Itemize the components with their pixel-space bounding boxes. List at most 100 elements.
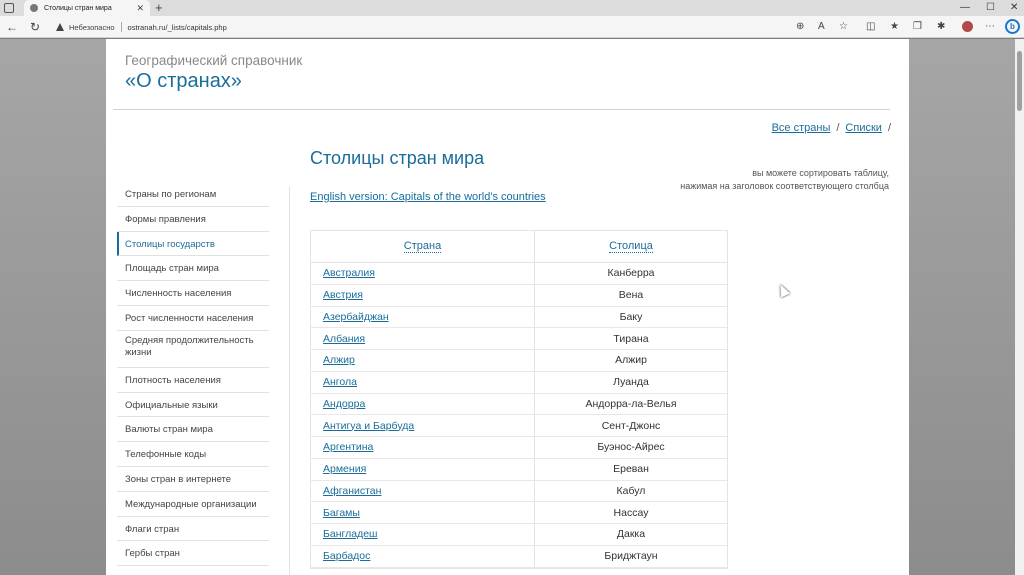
english-version-link[interactable]: English version: Capitals of the world's… (310, 191, 546, 203)
breadcrumb-separator: / (836, 122, 840, 134)
country-link[interactable]: Армения (323, 463, 366, 475)
table-row: Аргентина Буэнос-Айрес (311, 437, 727, 459)
extensions-icon[interactable]: ✱ (937, 20, 945, 34)
country-header-label[interactable]: Страна (403, 240, 442, 253)
collections-icon[interactable]: ❐ (913, 20, 922, 34)
table-row: Багамы Нассау (311, 502, 727, 524)
breadcrumb-all-countries[interactable]: Все страны (772, 122, 831, 134)
page-viewport: Географический справочник «О странах» Вс… (0, 39, 1024, 575)
sidebar-item-area[interactable]: Площадь стран мира (117, 256, 269, 282)
address-bar[interactable]: Небезопасно ostranah.ru/_lists/capitals.… (56, 19, 856, 35)
capital-cell: Алжир (615, 354, 647, 367)
sidebar-item-organizations[interactable]: Международные организации (117, 492, 269, 517)
page-title: Столицы стран мира (310, 148, 485, 168)
country-column-header[interactable]: Страна (311, 231, 535, 262)
sidebar-item-life-expectancy[interactable]: Средняя продолжительность жизни (117, 331, 269, 368)
capital-cell: Луанда (613, 376, 649, 389)
split-screen-icon[interactable]: ◫ (866, 20, 875, 34)
insecure-label: Небезопасно (69, 22, 115, 32)
more-icon[interactable]: ⋯ (985, 20, 995, 34)
table-row: Ангола Луанда (311, 371, 727, 394)
capital-cell: Тирана (613, 332, 649, 345)
country-link[interactable]: Аргентина (323, 441, 373, 453)
sidebar-item-capitals[interactable]: Столицы государств (117, 231, 269, 257)
capital-cell: Баку (619, 310, 643, 323)
sidebar: Страны по регионам Формы правления Столи… (117, 182, 269, 567)
sidebar-item-currencies[interactable]: Валюты стран мира (117, 417, 269, 443)
country-link[interactable]: Андорра (323, 398, 365, 410)
capital-cell: Дакка (616, 528, 646, 541)
read-aloud-icon[interactable]: A (818, 20, 825, 34)
site-title[interactable]: «О странах» (125, 70, 242, 93)
sidebar-item-population-density[interactable]: Плотность населения (117, 368, 269, 393)
tab-bar: Столицы стран мира ✕ + — ☐ ✕ (0, 0, 1024, 16)
capital-cell: Нассау (613, 506, 649, 519)
table-row: Азербайджан Баку (311, 306, 727, 329)
site-favicon-icon (30, 4, 38, 12)
table-row: Афганистан Кабул (311, 480, 727, 503)
maximize-icon[interactable]: ☐ (986, 0, 995, 16)
sidebar-divider (289, 186, 290, 575)
minimize-icon[interactable]: — (960, 0, 970, 16)
browser-tab[interactable]: Столицы стран мира ✕ (24, 0, 150, 16)
sidebar-item-internet-zones[interactable]: Зоны стран в интернете (117, 467, 269, 492)
favorite-star-icon[interactable]: ☆ (839, 20, 848, 34)
sidebar-item-government-forms[interactable]: Формы правления (117, 207, 269, 232)
breadcrumb-separator: / (887, 122, 891, 134)
tab-title: Столицы стран мира (44, 4, 112, 12)
country-link[interactable]: Антигуа и Барбуда (323, 420, 414, 432)
country-link[interactable]: Азербайджан (323, 311, 389, 323)
site-subtitle: Географический справочник (125, 53, 303, 68)
country-link[interactable]: Албания (323, 333, 365, 345)
zoom-icon[interactable]: ⊕ (796, 20, 804, 34)
header-divider (113, 109, 890, 110)
breadcrumb: Все страны / Списки / (772, 122, 891, 134)
sidebar-item-population[interactable]: Численность населения (117, 281, 269, 306)
capital-header-label[interactable]: Столица (609, 240, 653, 253)
new-tab-button[interactable]: + (155, 0, 163, 15)
sort-hint-line: вы можете сортировать таблицу, (752, 168, 889, 178)
table-row: Бангладеш Дакка (311, 524, 727, 546)
capital-cell: Бриджтаун (604, 550, 658, 563)
capital-column-header[interactable]: Столица (535, 231, 727, 262)
page-scrollbar[interactable] (1015, 39, 1024, 575)
sort-hint: вы можете сортировать таблицу, нажимая н… (589, 167, 889, 193)
sidebar-item-population-growth[interactable]: Рост численности населения (117, 306, 269, 331)
sidebar-item-phone-codes[interactable]: Телефонные коды (117, 442, 269, 467)
sidebar-item-languages[interactable]: Официальные языки (117, 393, 269, 418)
sidebar-item-flags[interactable]: Флаги стран (117, 517, 269, 542)
table-row: Албания Тирана (311, 328, 727, 350)
sidebar-item-coats-of-arms[interactable]: Гербы стран (117, 541, 269, 567)
capital-cell: Канберра (607, 267, 655, 280)
country-link[interactable]: Ангола (323, 376, 357, 388)
breadcrumb-lists[interactable]: Списки (845, 122, 882, 134)
back-icon[interactable]: ← (6, 18, 18, 36)
bing-icon[interactable]: b (1005, 19, 1020, 34)
sidebar-item-regions[interactable]: Страны по регионам (117, 182, 269, 207)
address-divider (120, 22, 122, 32)
table-row: Антигуа и Барбуда Сент-Джонс (311, 415, 727, 437)
table-header: Страна Столица (311, 231, 727, 263)
table-row: Андорра Андорра-ла-Велья (311, 393, 727, 416)
country-link[interactable]: Австрия (323, 289, 363, 301)
page-container: Географический справочник «О странах» Вс… (106, 39, 909, 575)
country-link[interactable]: Бангладеш (323, 528, 377, 540)
scroll-thumb[interactable] (1017, 51, 1022, 111)
warning-icon (56, 23, 65, 31)
profile-icon[interactable] (962, 21, 973, 32)
country-link[interactable]: Афганистан (323, 485, 381, 497)
favorites-icon[interactable]: ★ (890, 20, 899, 34)
capital-cell: Ереван (613, 463, 649, 476)
country-link[interactable]: Барбадос (323, 550, 370, 562)
capital-cell: Кабул (616, 484, 646, 497)
reload-icon[interactable]: ↻ (30, 18, 40, 36)
tab-actions-icon[interactable] (4, 3, 14, 13)
tab-close-icon[interactable]: ✕ (136, 3, 144, 14)
country-link[interactable]: Багамы (323, 507, 360, 519)
table-row: Барбадос Бриджтаун (311, 545, 727, 568)
close-window-icon[interactable]: ✕ (1010, 0, 1018, 16)
country-link[interactable]: Алжир (323, 354, 355, 366)
sort-hint-line: нажимая на заголовок соответствующего ст… (680, 181, 889, 191)
country-link[interactable]: Австралия (323, 267, 375, 279)
url-text[interactable]: ostranah.ru/_lists/capitals.php (128, 23, 227, 32)
